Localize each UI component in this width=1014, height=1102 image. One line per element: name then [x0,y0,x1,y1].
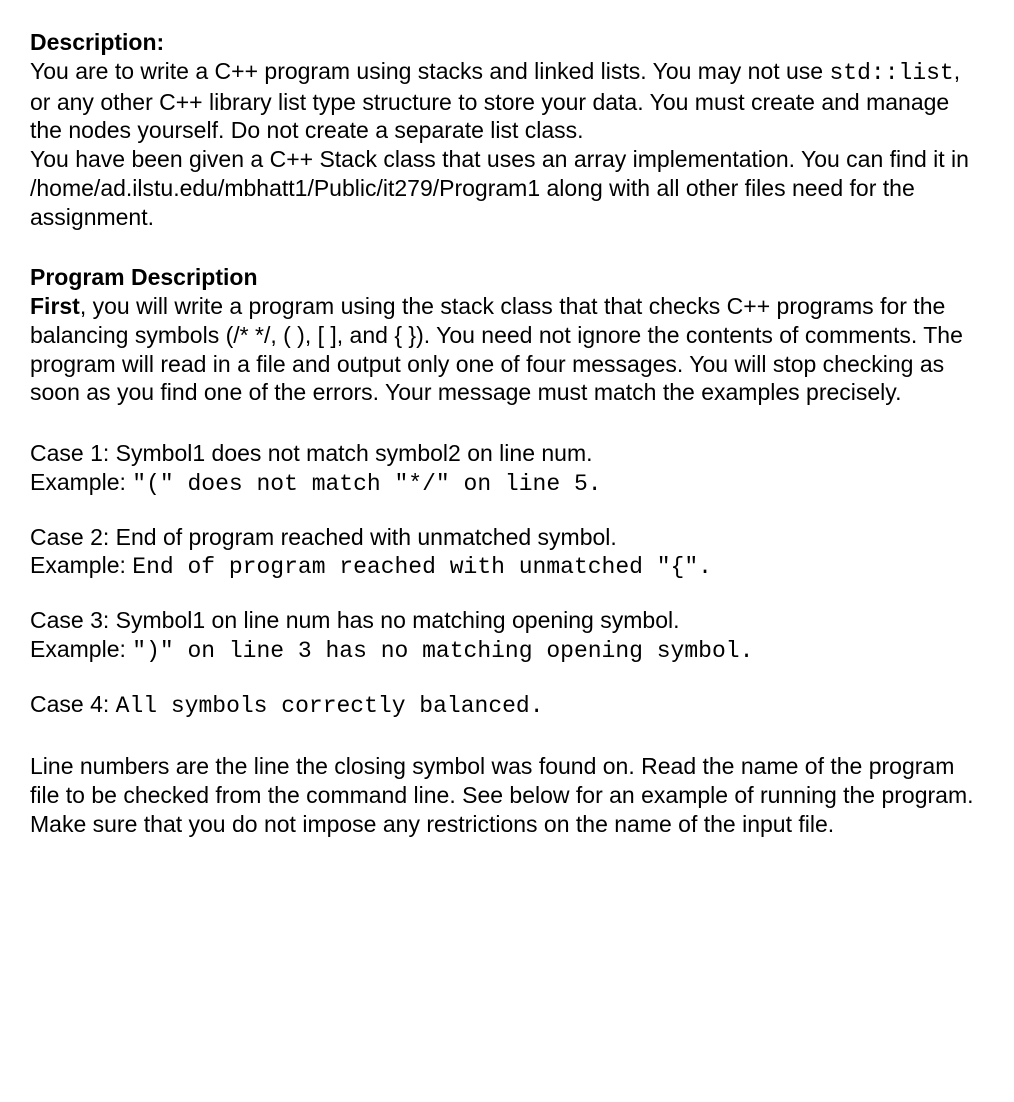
footer-paragraph: Line numbers are the line the closing sy… [30,752,984,838]
case-3-example-label: Example: [30,636,132,662]
first-label: First [30,293,80,319]
description-heading: Description: [30,28,984,57]
case-1-example: Example: "(" does not match "*/" on line… [30,468,984,499]
case-4: Case 4: All symbols correctly balanced. [30,690,984,721]
case-2-line1: Case 2: End of program reached with unma… [30,523,984,552]
case-3-example: Example: ")" on line 3 has no matching o… [30,635,984,666]
case-2-example-label: Example: [30,552,132,578]
description-p1-code: std::list [830,60,954,86]
description-paragraph-2: You have been given a C++ Stack class th… [30,145,984,231]
case-1: Case 1: Symbol1 does not match symbol2 o… [30,439,984,499]
case-4-code: All symbols correctly balanced. [116,693,544,719]
description-paragraph-1: You are to write a C++ program using sta… [30,57,984,145]
program-description-heading: Program Description [30,263,984,292]
case-3-line1: Case 3: Symbol1 on line num has no match… [30,606,984,635]
case-1-line1: Case 1: Symbol1 does not match symbol2 o… [30,439,984,468]
program-description-section: Program Description First, you will writ… [30,263,984,407]
case-2-example: Example: End of program reached with unm… [30,551,984,582]
case-3-example-code: ")" on line 3 has no matching opening sy… [132,638,753,664]
case-4-label: Case 4: [30,691,116,717]
description-section: Description: You are to write a C++ prog… [30,28,984,231]
program-description-first: First, you will write a program using th… [30,292,984,407]
description-p1-part1: You are to write a C++ program using sta… [30,58,830,84]
case-1-example-code: "(" does not match "*/" on line 5. [132,471,601,497]
case-2-example-code: End of program reached with unmatched "{… [132,554,712,580]
first-text: , you will write a program using the sta… [30,293,963,405]
case-3: Case 3: Symbol1 on line num has no match… [30,606,984,666]
case-1-example-label: Example: [30,469,132,495]
case-2: Case 2: End of program reached with unma… [30,523,984,583]
